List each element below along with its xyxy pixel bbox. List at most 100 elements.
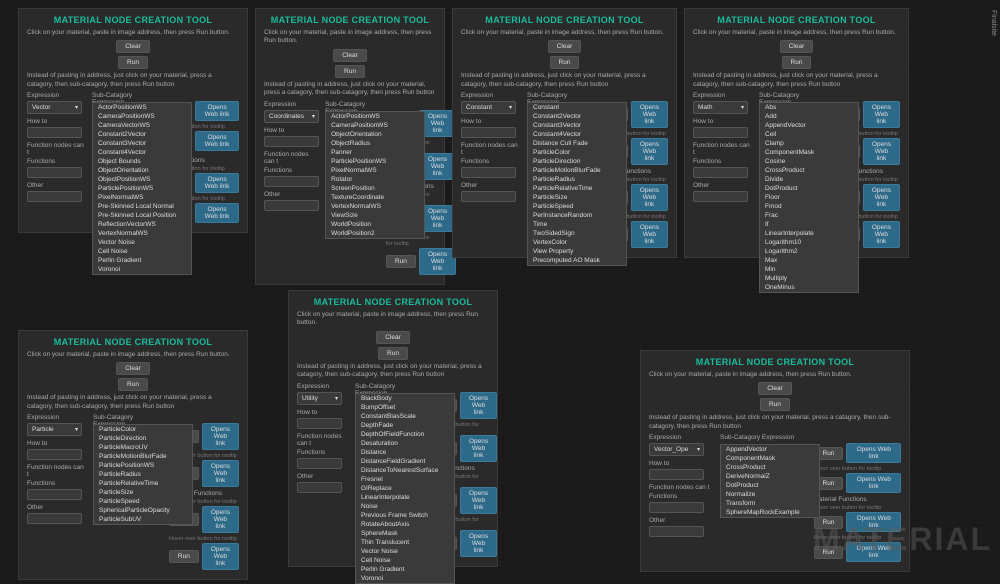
list-item[interactable]: Logarithm2: [760, 247, 858, 256]
list-item[interactable]: Max: [760, 256, 858, 265]
list-item[interactable]: Precomputed AO Mask: [528, 256, 626, 265]
run-button[interactable]: Run: [118, 56, 148, 69]
list-item[interactable]: Vector Noise: [93, 238, 191, 247]
expression-dropdown[interactable]: Math: [693, 101, 748, 114]
list-item[interactable]: ParticlePositionWS: [326, 157, 424, 166]
expression-dropdown[interactable]: Constant: [461, 101, 516, 114]
list-item[interactable]: VertexColor: [528, 238, 626, 247]
list-item[interactable]: Voronoi: [93, 265, 191, 274]
list-item[interactable]: Abs: [760, 103, 858, 112]
subcat-list[interactable]: ConstantConstant2VectorConstant3VectorCo…: [527, 102, 627, 266]
list-item[interactable]: WorldPosition: [326, 220, 424, 229]
list-item[interactable]: Distance: [356, 448, 454, 457]
list-item[interactable]: ActorPositionWS: [93, 103, 191, 112]
list-item[interactable]: LinearInterpolate: [356, 493, 454, 502]
list-item[interactable]: Rotator: [326, 175, 424, 184]
list-item[interactable]: SphereMapRockExample: [721, 508, 819, 517]
list-item[interactable]: Desaturation: [356, 439, 454, 448]
list-item[interactable]: TwoSidedSign: [528, 229, 626, 238]
howto-input[interactable]: [27, 127, 82, 138]
list-item[interactable]: Transform: [721, 499, 819, 508]
list-item[interactable]: ParticleRelativeTime: [94, 479, 192, 488]
list-item[interactable]: ParticleColor: [94, 425, 192, 434]
list-item[interactable]: Panner: [326, 148, 424, 157]
list-item[interactable]: ParticlePositionWS: [93, 184, 191, 193]
list-item[interactable]: ParticleRadius: [94, 470, 192, 479]
expression-dropdown[interactable]: Vector_Ope: [649, 443, 704, 456]
list-item[interactable]: CrossProduct: [760, 166, 858, 175]
list-item[interactable]: SphereMask: [356, 529, 454, 538]
list-item[interactable]: ParticleMacroUV: [94, 443, 192, 452]
list-item[interactable]: DistanceFieldGradient: [356, 457, 454, 466]
list-item[interactable]: Divide: [760, 175, 858, 184]
list-item[interactable]: VertexNormalWS: [93, 229, 191, 238]
list-item[interactable]: DotProduct: [760, 184, 858, 193]
expression-dropdown[interactable]: Particle: [27, 423, 82, 436]
list-item[interactable]: Constant2Vector: [528, 112, 626, 121]
list-item[interactable]: DeriveNormalZ: [721, 472, 819, 481]
list-item[interactable]: ReflectionVectorWS: [93, 220, 191, 229]
expression-dropdown[interactable]: Vector: [27, 101, 82, 114]
list-item[interactable]: ParticleMotionBlurFade: [528, 166, 626, 175]
list-item[interactable]: CameraPositionWS: [93, 112, 191, 121]
list-item[interactable]: Constant4Vector: [528, 130, 626, 139]
list-item[interactable]: Constant2Vector: [93, 130, 191, 139]
list-item[interactable]: LinearInterpolate: [760, 229, 858, 238]
list-item[interactable]: Floor: [760, 193, 858, 202]
list-item[interactable]: ParticleSize: [94, 488, 192, 497]
list-item[interactable]: ObjectPositionWS: [93, 175, 191, 184]
list-item[interactable]: CameraVectorWS: [93, 121, 191, 130]
other-input[interactable]: [27, 191, 82, 202]
list-item[interactable]: If: [760, 220, 858, 229]
list-item[interactable]: VertexNormalWS: [326, 202, 424, 211]
list-item[interactable]: Voronoi: [356, 574, 454, 583]
list-item[interactable]: Min: [760, 265, 858, 274]
list-item[interactable]: OneMinus: [760, 283, 858, 292]
list-item[interactable]: View Property: [528, 247, 626, 256]
list-item[interactable]: Constant: [528, 103, 626, 112]
run-button[interactable]: Run: [335, 65, 365, 78]
subcat-list[interactable]: AppendVectorComponentMaskCrossProductDer…: [720, 444, 820, 518]
list-item[interactable]: Constant3Vector: [93, 139, 191, 148]
list-item[interactable]: Pre-Skinned Local Normal: [93, 202, 191, 211]
list-item[interactable]: TextureCoordinate: [326, 193, 424, 202]
list-item[interactable]: Pre-Skinned Local Position: [93, 211, 191, 220]
list-item[interactable]: DepthOfFieldFunction: [356, 430, 454, 439]
list-item[interactable]: Ceil: [760, 130, 858, 139]
list-item[interactable]: ParticleSize: [528, 193, 626, 202]
list-item[interactable]: Time: [528, 220, 626, 229]
expression-dropdown[interactable]: Utility: [297, 392, 342, 405]
list-item[interactable]: ObjectOrientation: [326, 130, 424, 139]
list-item[interactable]: BlackBody: [356, 394, 454, 403]
list-item[interactable]: ViewSize: [326, 211, 424, 220]
list-item[interactable]: AppendVector: [760, 121, 858, 130]
list-item[interactable]: ParticleColor: [528, 148, 626, 157]
subcat-list[interactable]: BlackBodyBumpOffsetConstantBiasScaleDept…: [355, 393, 455, 584]
list-item[interactable]: Distance Cull Fade: [528, 139, 626, 148]
list-item[interactable]: Frac: [760, 211, 858, 220]
list-item[interactable]: Thin Translucent: [356, 538, 454, 547]
list-item[interactable]: Normalize: [721, 490, 819, 499]
list-item[interactable]: ParticleSpeed: [528, 202, 626, 211]
list-item[interactable]: CrossProduct: [721, 463, 819, 472]
list-item[interactable]: ConstantBiasScale: [356, 412, 454, 421]
list-item[interactable]: Previous Frame Switch: [356, 511, 454, 520]
list-item[interactable]: DistanceToNearestSurface: [356, 466, 454, 475]
list-item[interactable]: Vector Noise: [356, 547, 454, 556]
web-link-button[interactable]: Opens Web link: [195, 101, 239, 121]
functions-input[interactable]: [27, 167, 82, 178]
list-item[interactable]: SphericalParticleOpacity: [94, 506, 192, 515]
list-item[interactable]: GIReplace: [356, 484, 454, 493]
list-item[interactable]: RotateAboutAxis: [356, 520, 454, 529]
list-item[interactable]: Noise: [356, 502, 454, 511]
list-item[interactable]: ComponentMask: [760, 148, 858, 157]
web-link-button[interactable]: Opens Web link: [195, 173, 239, 193]
list-item[interactable]: ParticlePositionWS: [94, 461, 192, 470]
list-item[interactable]: ParticleSubUV: [94, 515, 192, 524]
list-item[interactable]: ParticleRelativeTime: [528, 184, 626, 193]
list-item[interactable]: Constant4Vector: [93, 148, 191, 157]
list-item[interactable]: Perlin Gradient: [93, 256, 191, 265]
list-item[interactable]: Constant3Vector: [528, 121, 626, 130]
list-item[interactable]: Cell Noise: [356, 556, 454, 565]
list-item[interactable]: ParticleDirection: [528, 157, 626, 166]
